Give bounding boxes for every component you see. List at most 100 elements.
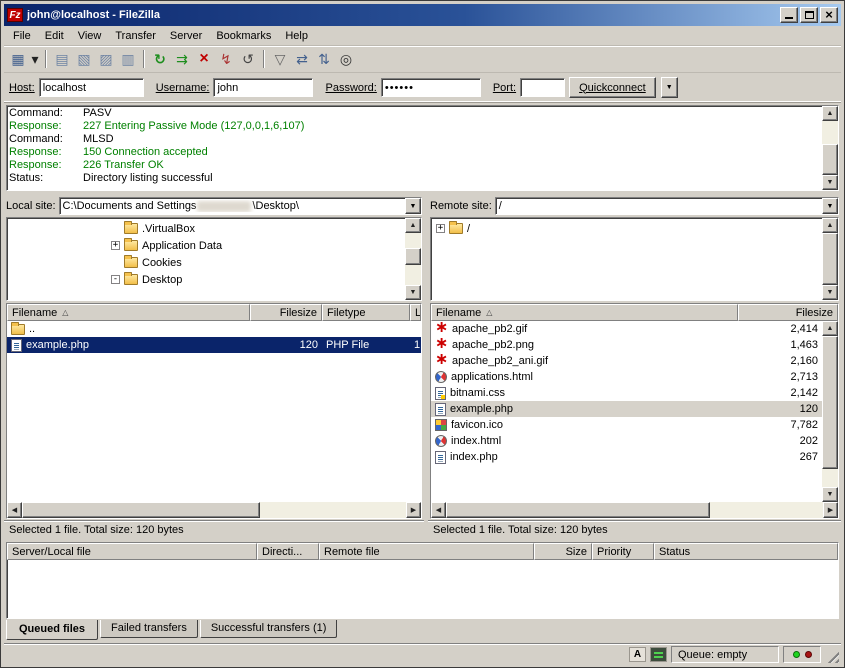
scroll-right-icon[interactable] — [406, 502, 421, 518]
filter-icon[interactable] — [269, 48, 291, 70]
expander-icon[interactable]: + — [111, 241, 120, 250]
index-php-file-row[interactable]: index.php 267 — [431, 449, 822, 465]
local-tree-scrollbar[interactable] — [405, 218, 421, 300]
scrollbar-track[interactable] — [822, 336, 838, 487]
-file-row[interactable]: .. — [7, 321, 421, 337]
host-input[interactable] — [39, 78, 144, 97]
remote-site-combo[interactable]: / — [495, 197, 839, 215]
compare-icon[interactable] — [291, 48, 313, 70]
apache-pb2-gif-file-row[interactable]: apache_pb2.gif 2,414 — [431, 321, 822, 337]
bookmarks[interactable]: Bookmarks — [209, 28, 278, 44]
example-php-file-row[interactable]: example.php 120 — [431, 401, 822, 417]
port-input[interactable] — [520, 78, 565, 97]
scroll-up-icon[interactable] — [822, 321, 838, 336]
disconnect-icon[interactable] — [215, 48, 237, 70]
remote-file-column[interactable]: Remote file — [319, 543, 534, 560]
scroll-up-icon[interactable] — [822, 218, 838, 233]
scrollbar-thumb[interactable] — [405, 248, 421, 266]
bitnami-css-file-row[interactable]: bitnami.css 2,142 — [431, 385, 822, 401]
resize-grip[interactable] — [825, 649, 839, 663]
process-queue-icon[interactable] — [171, 48, 193, 70]
apache-pb2-png-file-row[interactable]: apache_pb2.png 1,463 — [431, 337, 822, 353]
edit[interactable]: Edit — [38, 28, 71, 44]
log-scrollbar[interactable] — [822, 106, 838, 190]
desktop-tree-item[interactable]: - Desktop — [7, 271, 405, 288]
scroll-down-icon[interactable] — [405, 285, 421, 300]
site-manager-icon[interactable] — [7, 48, 29, 70]
scroll-up-icon[interactable] — [822, 106, 838, 121]
remote-list-vscrollbar[interactable] — [822, 321, 838, 502]
expander-icon[interactable]: + — [436, 224, 445, 233]
help[interactable]: Help — [278, 28, 315, 44]
column-filesize[interactable]: Filesize — [250, 304, 322, 321]
scrollbar-track[interactable] — [446, 502, 823, 518]
queue-view-icon[interactable] — [117, 48, 139, 70]
find-icon[interactable] — [335, 48, 357, 70]
password-input[interactable] — [381, 78, 481, 97]
queue-body[interactable] — [7, 560, 838, 618]
column-filename[interactable]: Filename — [431, 304, 738, 321]
local-tree-icon[interactable] — [73, 48, 95, 70]
scroll-right-icon[interactable] — [823, 502, 838, 518]
transfer[interactable]: Transfer — [108, 28, 163, 44]
scroll-down-icon[interactable] — [822, 285, 838, 300]
view[interactable]: View — [71, 28, 109, 44]
scroll-left-icon[interactable] — [7, 502, 22, 518]
minimize-button[interactable] — [780, 7, 798, 23]
cancel-icon[interactable] — [193, 48, 215, 70]
scrollbar-thumb[interactable] — [822, 233, 838, 285]
scroll-down-icon[interactable] — [822, 175, 838, 190]
column-filename[interactable]: Filename — [7, 304, 250, 321]
root-tree-item[interactable]: + / — [431, 220, 822, 237]
chevron-down-icon[interactable] — [405, 198, 421, 214]
column-filetype[interactable]: Filetype — [322, 304, 410, 321]
dropdown-icon[interactable] — [29, 48, 41, 70]
remote-tree-icon[interactable] — [95, 48, 117, 70]
scrollbar-track[interactable] — [22, 502, 406, 518]
apache-pb2-ani-gif-file-row[interactable]: apache_pb2_ani.gif 2,160 — [431, 353, 822, 369]
local-site-combo[interactable]: C:\Documents and Settings \Desktop\ — [59, 197, 422, 215]
refresh-icon[interactable] — [149, 48, 171, 70]
application-data-tree-item[interactable]: + Application Data — [7, 237, 405, 254]
quickconnect-dropdown-button[interactable] — [661, 77, 678, 98]
scroll-down-icon[interactable] — [822, 487, 838, 502]
favicon-ico-file-row[interactable]: favicon.ico 7,782 — [431, 417, 822, 433]
applications-html-file-row[interactable]: applications.html 2,713 — [431, 369, 822, 385]
successful-transfers-1-tab[interactable]: Successful transfers (1) — [200, 620, 338, 638]
cookies-tree-item[interactable]: Cookies — [7, 254, 405, 271]
index-html-file-row[interactable]: index.html 202 — [431, 433, 822, 449]
failed-transfers-tab[interactable]: Failed transfers — [100, 620, 198, 638]
column-filesize[interactable]: Filesize — [738, 304, 838, 321]
keypad-icon[interactable] — [650, 647, 667, 662]
example-php-file-row[interactable]: example.php 120 PHP File 1 — [7, 337, 421, 353]
scrollbar-track[interactable] — [822, 121, 838, 175]
size-column[interactable]: Size — [534, 543, 592, 560]
scroll-up-icon[interactable] — [405, 218, 421, 233]
sync-browse-icon[interactable] — [313, 48, 335, 70]
quickconnect-button[interactable]: Quickconnect — [569, 77, 656, 98]
file[interactable]: File — [6, 28, 38, 44]
message-log-icon[interactable] — [51, 48, 73, 70]
scrollbar-thumb[interactable] — [446, 502, 710, 518]
queued-files-tab[interactable]: Queued files — [6, 620, 98, 640]
status-column[interactable]: Status — [654, 543, 838, 560]
priority-column[interactable]: Priority — [592, 543, 654, 560]
chevron-down-icon[interactable] — [822, 198, 838, 214]
scrollbar-thumb[interactable] — [22, 502, 260, 518]
scrollbar-thumb[interactable] — [822, 144, 838, 175]
username-input[interactable] — [213, 78, 313, 97]
scroll-left-icon[interactable] — [431, 502, 446, 518]
directi-column[interactable]: Directi... — [257, 543, 319, 560]
server-local-file-column[interactable]: Server/Local file — [7, 543, 257, 560]
expander-icon[interactable]: - — [111, 275, 120, 284]
remote-tree-scrollbar[interactable] — [822, 218, 838, 300]
column-last-modified[interactable]: Last modified — [410, 304, 421, 321]
remote-list-hscrollbar[interactable] — [431, 502, 838, 518]
virtualbox-tree-item[interactable]: .VirtualBox — [7, 220, 405, 237]
local-list-hscrollbar[interactable] — [7, 502, 421, 518]
transfer-type-icon[interactable]: A — [629, 647, 646, 662]
reconnect-icon[interactable] — [237, 48, 259, 70]
server[interactable]: Server — [163, 28, 209, 44]
close-button[interactable]: × — [820, 7, 838, 23]
scrollbar-track[interactable] — [405, 233, 421, 285]
